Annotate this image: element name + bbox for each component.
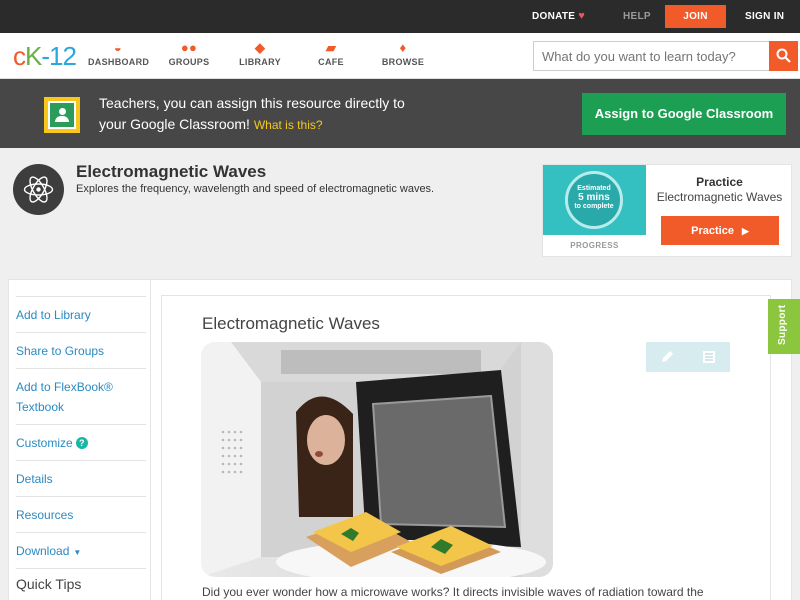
practice-card: Estimated 5 mins to complete PROGRESS Pr… xyxy=(542,164,792,257)
sidebar-item-details[interactable]: Details xyxy=(16,460,146,496)
sidebar-item-add-to-flexbook[interactable]: Add to FlexBook® Textbook xyxy=(16,368,146,424)
nav-cafe[interactable]: ▰ CAFE xyxy=(316,39,346,67)
progress-graphic: Estimated 5 mins to complete xyxy=(543,165,646,235)
quick-tips-heading[interactable]: Quick Tips xyxy=(16,576,81,592)
caret-down-icon: ▼ xyxy=(73,548,82,557)
library-icon: ◆ xyxy=(254,40,266,55)
nav-browse[interactable]: ♦ BROWSE xyxy=(380,39,426,67)
nav-groups-label: GROUPS xyxy=(168,57,210,67)
dashboard-icon: ◒ xyxy=(113,40,123,55)
download-label: Download xyxy=(16,544,70,558)
article-title: Electromagnetic Waves xyxy=(202,314,380,333)
nav-dashboard[interactable]: ◒ DASHBOARD xyxy=(88,39,150,67)
article-tools xyxy=(646,342,730,372)
heart-icon: ♥ xyxy=(578,10,586,22)
nav-library[interactable]: ◆ LIBRARY xyxy=(238,39,282,67)
help-question-icon[interactable]: ? xyxy=(75,437,88,449)
concept-title: Electromagnetic Waves xyxy=(76,162,267,181)
concept-description: Explores the frequency, wavelength and s… xyxy=(76,183,435,195)
practice-button-label: Practice xyxy=(691,224,734,237)
customize-label: Customize xyxy=(16,436,73,450)
notes-button[interactable] xyxy=(688,342,730,372)
assign-to-classroom-button[interactable]: Assign to Google Classroom xyxy=(582,93,786,135)
top-utility-bar: DONATE ♥ HELP JOIN SIGN IN xyxy=(0,0,800,33)
classroom-message-line1: Teachers, you can assign this resource d… xyxy=(99,95,405,111)
search-icon xyxy=(776,48,791,63)
sign-in-link[interactable]: SIGN IN xyxy=(745,0,784,33)
browse-lightbulb-icon: ♦ xyxy=(399,40,407,55)
google-classroom-icon xyxy=(44,97,80,133)
progress-label: PROGRESS xyxy=(570,241,619,250)
search-input[interactable] xyxy=(533,41,770,71)
nav-groups[interactable]: ●● GROUPS xyxy=(166,39,212,67)
join-button[interactable]: JOIN xyxy=(665,5,726,28)
donate-link[interactable]: DONATE ♥ xyxy=(532,0,585,33)
nav-cafe-label: CAFE xyxy=(318,57,344,67)
cafe-chat-icon: ▰ xyxy=(325,40,337,55)
sidebar-divider-line xyxy=(16,568,146,569)
nav-browse-label: BROWSE xyxy=(381,57,425,67)
practice-subtitle: Electromagnetic Waves xyxy=(656,190,783,204)
chevron-right-icon: ▶ xyxy=(741,225,749,236)
groups-icon: ●● xyxy=(180,40,198,55)
help-link[interactable]: HELP xyxy=(623,0,651,33)
nav-dashboard-label: DASHBOARD xyxy=(88,57,150,67)
support-tab[interactable]: Support xyxy=(768,299,800,354)
donate-label: DONATE xyxy=(532,11,576,22)
notes-icon xyxy=(703,351,715,363)
logo-part-k: K xyxy=(25,41,42,71)
ck12-logo[interactable]: cK-12 xyxy=(13,41,77,71)
estimated-time: Estimated 5 mins to complete xyxy=(565,185,623,211)
classroom-message: Teachers, you can assign this resource d… xyxy=(99,93,539,136)
google-classroom-banner: Teachers, you can assign this resource d… xyxy=(0,79,800,148)
support-label: Support xyxy=(777,304,788,345)
estimated-minutes: 5 mins xyxy=(578,192,610,203)
main-navbar: cK-12 ◒ DASHBOARD ●● GROUPS ◆ LIBRARY ▰ … xyxy=(0,33,800,79)
microwave-photo xyxy=(201,342,553,577)
pencil-icon xyxy=(662,351,673,362)
sidebar-item-download[interactable]: Download ▼ xyxy=(16,532,146,568)
article-body-text: Did you ever wonder how a microwave work… xyxy=(202,585,704,599)
sidebar: Add to Library Share to Groups Add to Fl… xyxy=(8,279,150,600)
to-complete-label: to complete xyxy=(574,203,614,210)
practice-heading: Practice xyxy=(696,175,743,189)
annotate-button[interactable] xyxy=(646,342,688,372)
search-button[interactable] xyxy=(769,41,798,71)
classroom-message-line2: your Google Classroom! xyxy=(99,116,250,132)
sidebar-divider xyxy=(150,279,151,600)
what-is-this-link[interactable]: What is this? xyxy=(254,118,323,132)
logo-part-12: -12 xyxy=(41,41,77,71)
atom-icon xyxy=(13,164,64,215)
sidebar-item-resources[interactable]: Resources xyxy=(16,496,146,532)
practice-button[interactable]: Practice ▶ xyxy=(661,216,779,245)
sidebar-item-share-to-groups[interactable]: Share to Groups xyxy=(16,332,146,368)
logo-part-c: c xyxy=(13,41,26,71)
sidebar-item-add-to-library[interactable]: Add to Library xyxy=(16,296,146,332)
sidebar-item-customize[interactable]: Customize? xyxy=(16,424,146,460)
nav-library-label: LIBRARY xyxy=(239,57,281,67)
estimated-label: Estimated xyxy=(577,185,611,192)
